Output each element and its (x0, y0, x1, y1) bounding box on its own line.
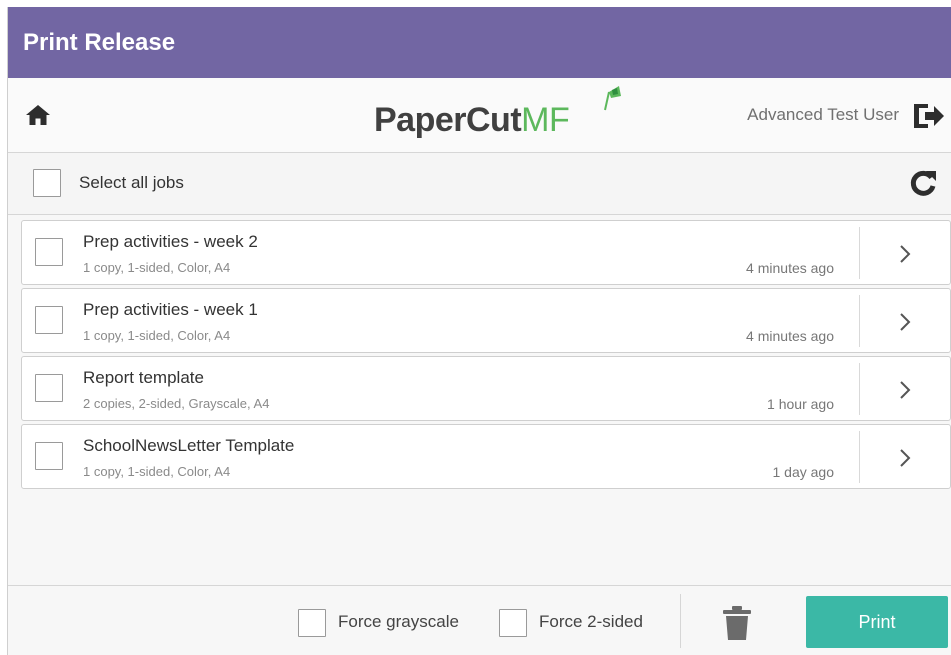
job-divider (859, 363, 860, 415)
job-divider (859, 431, 860, 483)
page-title: Print Release (8, 7, 951, 78)
job-checkbox[interactable] (35, 374, 63, 402)
print-release-window: Print Release PaperCutMF Advanced Test U… (7, 7, 951, 655)
job-time: 1 hour ago (767, 396, 834, 412)
select-all-label: Select all jobs (79, 173, 184, 192)
job-row[interactable]: SchoolNewsLetter Template 1 copy, 1-side… (21, 424, 951, 489)
logout-icon[interactable] (913, 100, 945, 132)
force-grayscale-label: Force grayscale (338, 612, 459, 631)
job-checkbox[interactable] (35, 442, 63, 470)
job-details: 1 copy, 1-sided, Color, A4 (83, 328, 231, 343)
chevron-right-icon[interactable] (890, 443, 920, 473)
job-details: 2 copies, 2-sided, Grayscale, A4 (83, 396, 270, 411)
job-details: 1 copy, 1-sided, Color, A4 (83, 260, 231, 275)
chevron-right-icon[interactable] (890, 375, 920, 405)
force-2sided-label: Force 2-sided (539, 612, 643, 631)
job-name: Prep activities - week 1 (83, 300, 258, 319)
job-divider (859, 295, 860, 347)
refresh-icon[interactable] (907, 167, 939, 199)
job-divider (859, 227, 860, 279)
footer-divider (680, 594, 681, 648)
select-all-bar: Select all jobs (8, 153, 951, 215)
chevron-right-icon[interactable] (890, 239, 920, 269)
logo-text-papercut: PaperCut (374, 101, 522, 139)
footer-bar: Force grayscale Force 2-sided Print (8, 585, 951, 655)
job-name: SchoolNewsLetter Template (83, 436, 295, 455)
job-checkbox[interactable] (35, 306, 63, 334)
job-time: 4 minutes ago (746, 260, 834, 276)
chevron-right-icon[interactable] (890, 307, 920, 337)
logo-leaf-icon (604, 86, 621, 111)
force-2sided-checkbox[interactable] (499, 609, 527, 637)
home-icon[interactable] (25, 102, 51, 128)
trash-icon[interactable] (722, 605, 752, 641)
username-label: Advanced Test User (747, 105, 899, 124)
job-checkbox[interactable] (35, 238, 63, 266)
job-list: Prep activities - week 2 1 copy, 1-sided… (21, 220, 951, 492)
papercut-logo: PaperCutMF (374, 96, 570, 144)
logo-text-mf: MF (521, 101, 570, 139)
print-button[interactable]: Print (806, 596, 948, 648)
job-name: Prep activities - week 2 (83, 232, 258, 251)
force-grayscale-checkbox[interactable] (298, 609, 326, 637)
job-details: 1 copy, 1-sided, Color, A4 (83, 464, 231, 479)
job-name: Report template (83, 368, 204, 387)
job-row[interactable]: Prep activities - week 2 1 copy, 1-sided… (21, 220, 951, 285)
job-time: 1 day ago (772, 464, 835, 480)
job-row[interactable]: Prep activities - week 1 1 copy, 1-sided… (21, 288, 951, 353)
job-row[interactable]: Report template 2 copies, 2-sided, Grays… (21, 356, 951, 421)
header-bar: PaperCutMF Advanced Test User (8, 78, 951, 153)
select-all-checkbox[interactable] (33, 169, 61, 197)
job-time: 4 minutes ago (746, 328, 834, 344)
